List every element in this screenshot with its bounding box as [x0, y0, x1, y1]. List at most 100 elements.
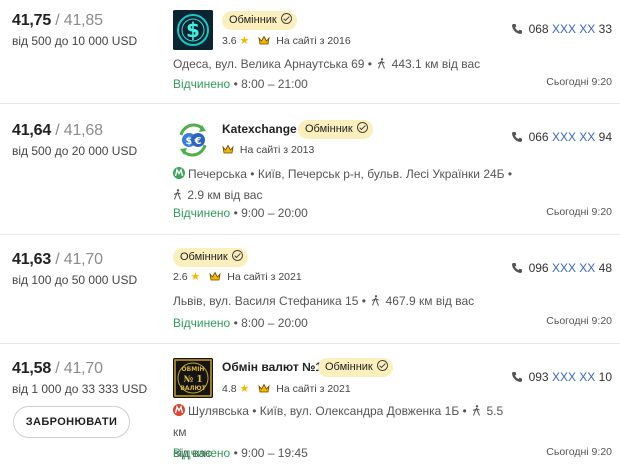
- hours: • 9:00 – 20:00: [233, 206, 308, 220]
- phone-hidden[interactable]: XXX XX: [552, 261, 595, 275]
- offer-card[interactable]: 41,75 / 41,85 від 500 до 10 000 USD $ Об…: [0, 0, 620, 104]
- address-line: Львів, вул. Василя Стефаника 15 • 467.9 …: [173, 291, 518, 312]
- rating-row: На сайті з 2013: [222, 144, 314, 156]
- phone-hidden[interactable]: XXX XX: [552, 130, 595, 144]
- address: • Київ, Печерськ р-н, бульв. Лесі Україн…: [250, 167, 513, 181]
- type-badge: Обмінник: [173, 248, 248, 267]
- open-status: Відчинено: [173, 77, 231, 91]
- phone-suffix: 48: [598, 261, 612, 275]
- phone-number[interactable]: 068 XXX XX 33: [511, 22, 612, 36]
- since-label: На сайті з 2016: [276, 35, 351, 47]
- logo-text-bottom: ВАЛЮТ: [180, 385, 206, 392]
- since-label: На сайті з 2021: [276, 383, 351, 395]
- phone-prefix: 096: [528, 261, 549, 275]
- book-button[interactable]: ЗАБРОНЮВАТИ: [13, 406, 130, 438]
- amount-range: від 500 до 20 000 USD: [12, 144, 138, 158]
- phone-number[interactable]: 096 XXX XX 48: [511, 261, 612, 275]
- rates: 41,58 / 41,70: [12, 360, 103, 378]
- rating-value: 2.6: [173, 271, 188, 283]
- logo-text-mid: № 1: [183, 375, 202, 385]
- distance: 443.1 км від вас: [391, 57, 481, 71]
- phone-hidden[interactable]: XXX XX: [552, 22, 595, 36]
- phone-number[interactable]: 093 XXX XX 10: [511, 370, 612, 384]
- address-line: Одеса, вул. Велика Арнаутська 69 • 443.1…: [173, 54, 503, 75]
- svg-text:$: $: [186, 18, 200, 42]
- phone-suffix: 94: [598, 130, 612, 144]
- verified-icon: [280, 13, 292, 24]
- offer-card[interactable]: 41,58 / 41,70 від 1 000 до 33 333 USD ЗА…: [0, 344, 620, 472]
- phone-prefix: 093: [528, 370, 549, 384]
- updated-time: Сьогодні 9:20: [546, 206, 612, 218]
- phone-suffix: 10: [598, 370, 612, 384]
- exchange-offers-list: 41,75 / 41,85 від 500 до 10 000 USD $ Об…: [0, 0, 620, 472]
- type-badge-label: Обмінник: [180, 251, 228, 263]
- phone-hidden[interactable]: XXX XX: [552, 370, 595, 384]
- obmin-valyut-logo[interactable]: ОБМІН № 1 ВАЛЮТ: [173, 358, 213, 398]
- dollar-logo[interactable]: $: [173, 10, 213, 50]
- verified-icon: [231, 250, 243, 261]
- address-line: Печерська • Київ, Печерськ р-н, бульв. Л…: [173, 164, 518, 206]
- open-status: Відчинено: [173, 446, 231, 460]
- open-hours: Відчинено • 9:00 – 20:00: [173, 206, 308, 220]
- distance: 467.9 км від вас: [385, 294, 475, 308]
- metro-icon: [173, 167, 185, 179]
- exchanger-name[interactable]: Katexchange: [222, 122, 297, 136]
- phone-icon: [511, 263, 522, 273]
- type-badge-label: Обмінник: [305, 123, 353, 135]
- rating-value: 4.8: [222, 383, 237, 395]
- buy-rate: 41,64: [12, 122, 52, 139]
- updated-time: Сьогодні 9:20: [546, 446, 612, 458]
- rating-row: 2.6 ★ На сайті з 2021: [173, 270, 302, 283]
- since-label: На сайті з 2021: [227, 271, 302, 283]
- phone-icon: [511, 372, 522, 382]
- open-status: Відчинено: [173, 316, 231, 330]
- amount-range: від 1 000 до 33 333 USD: [12, 382, 148, 396]
- buy-rate: 41,75: [12, 12, 52, 29]
- crown-icon: [258, 383, 270, 393]
- type-badge: Обмінник: [222, 11, 297, 30]
- type-badge-label: Обмінник: [229, 14, 277, 26]
- phone-prefix: 066: [528, 130, 549, 144]
- crown-icon: [222, 144, 234, 154]
- open-status: Відчинено: [173, 206, 231, 220]
- phone-number[interactable]: 066 XXX XX 94: [511, 130, 612, 144]
- rating-value: 3.6: [222, 35, 237, 47]
- crown-icon: [209, 271, 221, 281]
- sell-rate: / 41,70: [55, 360, 103, 377]
- type-badge-label: Обмінник: [325, 361, 373, 373]
- address: • Київ, вул. Олександра Довженка 1Б •: [252, 404, 467, 418]
- exchange-arrows-logo[interactable]: $ €: [173, 120, 213, 160]
- open-hours: Відчинено • 8:00 – 20:00: [173, 316, 308, 330]
- offer-card[interactable]: 41,64 / 41,68 від 500 до 20 000 USD $ € …: [0, 104, 620, 235]
- verified-icon: [356, 122, 368, 133]
- crown-icon: [258, 35, 270, 45]
- offer-card[interactable]: 41,63 / 41,70 від 100 до 50 000 USD Обмі…: [0, 235, 620, 344]
- hours: • 8:00 – 21:00: [233, 77, 308, 91]
- exchanger-name[interactable]: Обмін валют №1: [222, 360, 322, 374]
- sell-rate: / 41,68: [55, 122, 103, 139]
- since-label: На сайті з 2013: [239, 144, 315, 156]
- star-icon: ★: [239, 383, 250, 395]
- updated-time: Сьогодні 9:20: [546, 76, 612, 88]
- star-icon: ★: [190, 271, 201, 283]
- rates: 41,63 / 41,70: [12, 251, 103, 269]
- open-hours: Відчинено • 8:00 – 21:00: [173, 77, 308, 91]
- walking-icon: [472, 405, 481, 416]
- open-hours: Відчинено • 9:00 – 19:45: [173, 446, 308, 460]
- svg-text:€: €: [194, 136, 202, 147]
- rating-row: 3.6 ★ На сайті з 2016: [222, 34, 351, 47]
- metro-station: Шулявська: [188, 404, 249, 418]
- amount-range: від 100 до 50 000 USD: [12, 273, 138, 287]
- hours: • 9:00 – 19:45: [233, 446, 308, 460]
- star-icon: ★: [239, 35, 250, 47]
- rates: 41,75 / 41,85: [12, 12, 103, 30]
- phone-suffix: 33: [598, 22, 612, 36]
- type-badge: Обмінник: [318, 358, 393, 377]
- buy-rate: 41,58: [12, 360, 52, 377]
- logo-text-top: ОБМІН: [182, 366, 205, 373]
- type-badge: Обмінник: [298, 120, 373, 139]
- sell-rate: / 41,70: [55, 251, 103, 268]
- address: Львів, вул. Василя Стефаника 15 •: [173, 294, 366, 308]
- sell-rate: / 41,85: [55, 12, 103, 29]
- walking-icon: [372, 295, 380, 306]
